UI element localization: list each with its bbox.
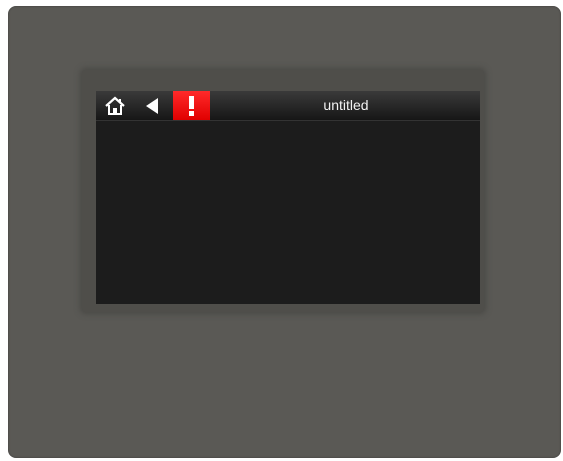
alert-button[interactable] (173, 91, 210, 120)
exclamation-icon (189, 96, 194, 116)
back-button[interactable] (143, 96, 161, 116)
window-title: untitled (323, 97, 369, 113)
home-icon (105, 96, 125, 115)
display-screen: untitled (96, 91, 480, 304)
back-arrow-icon (146, 98, 158, 114)
home-button[interactable] (104, 95, 126, 117)
content-area (96, 121, 480, 304)
title-bar: untitled (96, 91, 480, 121)
